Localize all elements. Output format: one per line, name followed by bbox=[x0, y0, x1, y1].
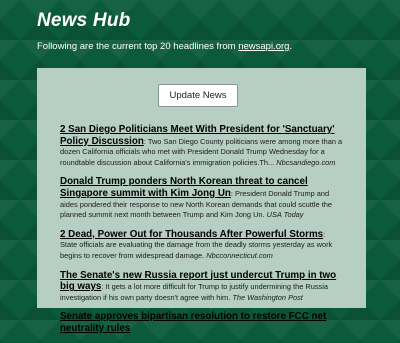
news-item: The Senate's new Russia report just unde… bbox=[60, 270, 344, 304]
subtitle: Following are the current top 20 headlin… bbox=[37, 41, 292, 52]
news-item: Senate approves bipartisan resolution to… bbox=[60, 311, 344, 334]
news-item: 2 San Diego Politicians Meet With Presid… bbox=[60, 124, 344, 168]
news-list: 2 San Diego Politicians Meet With Presid… bbox=[60, 124, 344, 343]
news-panel: Update News 2 San Diego Politicians Meet… bbox=[37, 68, 366, 334]
news-item: 2 Dead, Power Out for Thousands After Po… bbox=[60, 229, 344, 262]
app-title: News Hub bbox=[37, 10, 131, 31]
headline-link[interactable]: 2 Dead, Power Out for Thousands After Po… bbox=[60, 229, 323, 240]
subtitle-text: Following are the current top 20 headlin… bbox=[37, 41, 239, 52]
article-source: USA Today bbox=[266, 210, 304, 220]
headline-colon: : bbox=[323, 229, 326, 239]
headline-link[interactable]: Senate approves bipartisan resolution to… bbox=[60, 311, 326, 334]
article-source: The Washington Post bbox=[232, 292, 303, 302]
article-source: Nbcconnecticut.com bbox=[206, 250, 273, 260]
article-description: State officials are evaluating the damag… bbox=[60, 240, 333, 260]
update-news-button[interactable]: Update News bbox=[158, 84, 238, 107]
article-source: Nbcsandiego.com bbox=[276, 157, 336, 167]
newsapi-link[interactable]: newsapi.org bbox=[238, 41, 289, 52]
news-item: Donald Trump ponders North Korean threat… bbox=[60, 176, 344, 220]
subtitle-period: . bbox=[289, 41, 293, 52]
